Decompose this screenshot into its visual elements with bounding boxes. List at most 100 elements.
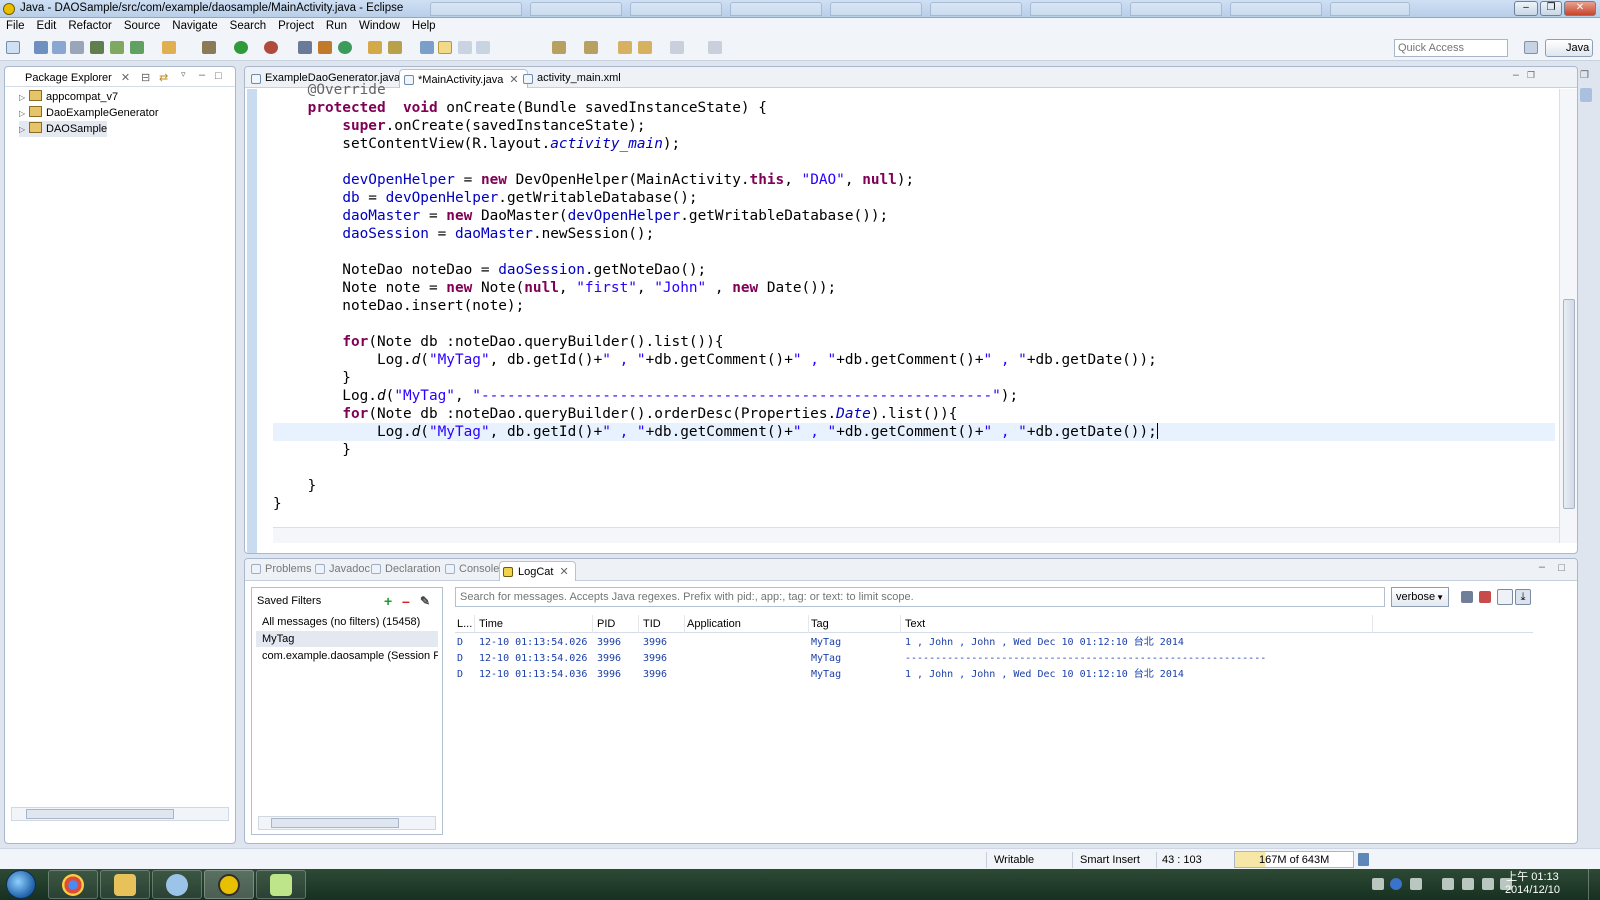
android-sdk-icon[interactable]	[90, 41, 104, 54]
security-icon[interactable]	[1462, 878, 1474, 890]
code-line[interactable]: for(Note db :noteDao.queryBuilder().list…	[273, 333, 1555, 351]
start-button[interactable]	[6, 870, 36, 899]
logcat-search-input[interactable]	[455, 587, 1385, 607]
back-icon[interactable]	[638, 41, 652, 54]
scroll-lock-icon[interactable]: ⤓	[1515, 589, 1531, 605]
show-desktop-button[interactable]	[1588, 869, 1600, 900]
minimize-view-icon[interactable]: –	[1539, 561, 1545, 573]
expand-arrow-icon[interactable]: ▷	[19, 122, 29, 138]
tab-javadoc[interactable]: Javadoc	[315, 563, 370, 575]
tree-item-project[interactable]: ▷ appcompat_v7	[19, 89, 118, 105]
menu-window[interactable]: Window	[353, 18, 406, 35]
external-tools-icon[interactable]	[264, 41, 278, 54]
last-edit-location-icon[interactable]	[618, 41, 632, 54]
code-line[interactable]	[273, 315, 1555, 333]
collapse-all-icon[interactable]: ⊟	[141, 71, 150, 84]
add-filter-icon[interactable]: +	[384, 594, 392, 608]
new-java-class-icon[interactable]	[338, 41, 352, 54]
pin-editor-icon[interactable]	[708, 41, 722, 54]
filter-item-selected[interactable]: MyTag	[256, 631, 438, 647]
code-line[interactable]: }	[273, 495, 1555, 513]
save-icon[interactable]	[34, 41, 48, 54]
new-android-project-icon[interactable]	[162, 41, 176, 54]
col-tag[interactable]: Tag	[809, 615, 901, 633]
new-icon[interactable]	[6, 41, 20, 54]
col-text[interactable]: Text	[903, 615, 1373, 633]
forward-icon[interactable]	[670, 41, 684, 54]
close-icon[interactable]: ✕	[559, 566, 568, 578]
taskbar-paint[interactable]	[152, 870, 202, 899]
menu-search[interactable]: Search	[224, 18, 272, 35]
log-level-select[interactable]: verbose ▼	[1391, 587, 1449, 607]
code-line[interactable]: @Override	[273, 81, 1555, 99]
close-icon[interactable]: ✕	[121, 72, 130, 84]
run-gc-icon[interactable]	[1358, 853, 1369, 866]
open-perspective-icon[interactable]	[1524, 41, 1538, 54]
code-line[interactable]: db = devOpenHelper.getWritableDatabase()…	[273, 189, 1555, 207]
tab-problems[interactable]: Problems	[251, 563, 311, 575]
code-line[interactable]: for(Note db :noteDao.queryBuilder().orde…	[273, 405, 1555, 423]
horizontal-scrollbar[interactable]	[11, 807, 229, 821]
code-line[interactable]: protected void onCreate(Bundle savedInst…	[273, 99, 1555, 117]
code-line[interactable]: Note note = new Note(null, "first", "Joh…	[273, 279, 1555, 297]
taskbar-chrome[interactable]	[48, 870, 98, 899]
flag-icon[interactable]	[1442, 878, 1454, 890]
block-selection-icon[interactable]	[458, 41, 472, 54]
android-avd-icon[interactable]	[110, 41, 124, 54]
taskbar-eclipse[interactable]	[204, 870, 254, 899]
filter-item[interactable]: com.example.daosample (Session Filter)	[256, 648, 438, 664]
horizontal-scrollbar[interactable]	[258, 816, 436, 830]
quick-access-input[interactable]	[1394, 39, 1508, 57]
restore-icon[interactable]: ❐	[1580, 70, 1592, 82]
scroll-thumb[interactable]	[1563, 299, 1575, 509]
expand-arrow-icon[interactable]: ▷	[19, 106, 29, 122]
run-icon[interactable]	[234, 41, 248, 54]
link-with-editor-icon[interactable]: ⇄	[159, 71, 168, 84]
menu-navigate[interactable]: Navigate	[166, 18, 223, 35]
log-row[interactable]: D 12-10 01:13:54.026 3996 3996 MyTag --------…	[455, 651, 1533, 667]
search-icon[interactable]	[388, 41, 402, 54]
maximize-view-icon[interactable]: □	[215, 70, 222, 82]
code-line[interactable]: noteDao.insert(note);	[273, 297, 1555, 315]
code-text-area[interactable]: @Override protected void onCreate(Bundle…	[273, 82, 1555, 553]
taskbar-explorer[interactable]	[100, 870, 150, 899]
toggle-filters-pane-icon[interactable]	[1497, 589, 1513, 605]
package-explorer-header[interactable]: Package Explorer ✕ ⊟ ⇄ ▿ – □	[5, 67, 235, 87]
taskbar-clock[interactable]: 上午 01:13 2014/12/10	[1505, 871, 1560, 897]
new-java-package-icon[interactable]	[318, 41, 332, 54]
horizontal-scrollbar[interactable]	[273, 527, 1559, 543]
minimize-view-icon[interactable]: –	[1513, 69, 1519, 81]
keyboard-icon[interactable]	[1372, 878, 1384, 890]
minimize-button[interactable]: –	[1514, 1, 1538, 16]
col-time[interactable]: Time	[477, 615, 593, 633]
code-line[interactable]	[273, 153, 1555, 171]
code-line[interactable]: Log.d("MyTag", db.getId()+" , "+db.getCo…	[273, 351, 1555, 369]
minimize-view-icon[interactable]: –	[199, 69, 205, 81]
code-line[interactable]	[273, 243, 1555, 261]
log-row[interactable]: D 12-10 01:13:54.026 3996 3996 MyTag 1 , John…	[455, 635, 1533, 651]
code-line[interactable]: Log.d("MyTag", "------------------------…	[273, 387, 1555, 405]
filter-item[interactable]: All messages (no filters) (15458)	[256, 614, 438, 630]
show-whitespace-icon[interactable]	[476, 41, 490, 54]
code-line[interactable]: }	[273, 369, 1555, 387]
next-annotation-icon[interactable]	[552, 41, 566, 54]
col-application[interactable]: Application	[685, 615, 809, 633]
view-menu-icon[interactable]: ▿	[181, 69, 186, 80]
mark-occurrences-icon[interactable]	[438, 41, 452, 54]
previous-annotation-icon[interactable]	[584, 41, 598, 54]
menu-help[interactable]: Help	[406, 18, 442, 35]
open-type-icon[interactable]	[368, 41, 382, 54]
col-level[interactable]: L...	[455, 615, 475, 633]
code-line[interactable]: super.onCreate(savedInstanceState);	[273, 117, 1555, 135]
menu-run[interactable]: Run	[320, 18, 353, 35]
col-pid[interactable]: PID	[595, 615, 639, 633]
code-line[interactable]: }	[273, 477, 1555, 495]
lint-icon[interactable]	[130, 41, 144, 54]
save-all-icon[interactable]	[52, 41, 66, 54]
vertical-scrollbar[interactable]	[1559, 89, 1577, 543]
network-icon[interactable]	[1482, 878, 1494, 890]
menu-file[interactable]: File	[0, 18, 31, 35]
code-line[interactable]: devOpenHelper = new DevOpenHelper(MainAc…	[273, 171, 1555, 189]
debug-icon[interactable]	[202, 41, 216, 54]
save-log-icon[interactable]	[1461, 591, 1473, 603]
